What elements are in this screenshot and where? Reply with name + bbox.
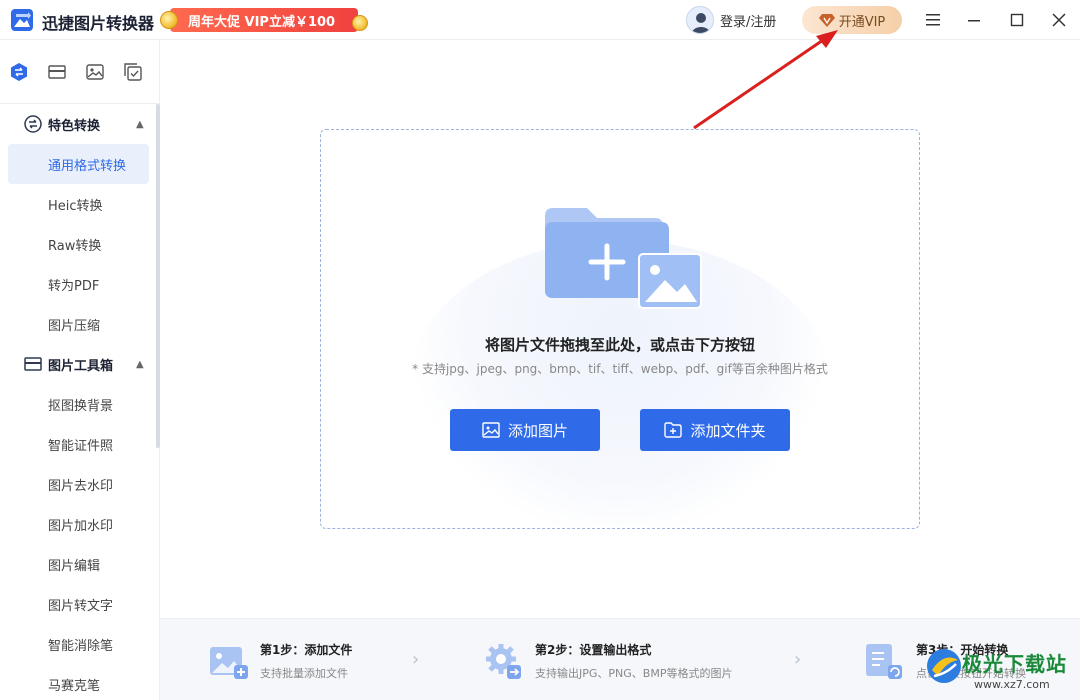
sidebar-item-add-watermark[interactable]: 图片加水印 xyxy=(8,504,149,544)
step-title: 第1步：添加文件 xyxy=(260,643,353,657)
sidebar-item-general-format[interactable]: 通用格式转换 xyxy=(8,144,149,184)
sidebar: 特色转换 ▲ 通用格式转换 Heic转换 Raw转换 转为PDF 图片压缩 图片… xyxy=(0,40,160,700)
minimize-button[interactable] xyxy=(962,8,986,32)
sidebar-item-remove-watermark[interactable]: 图片去水印 xyxy=(8,464,149,504)
watermark-logo-icon xyxy=(927,649,961,683)
convert-step-icon xyxy=(866,644,902,679)
watermark-text: 极光下载站 xyxy=(962,652,1067,676)
sidebar-item-cutout[interactable]: 抠图换背景 xyxy=(8,384,149,424)
drop-zone-hint: * 支持jpg、jpeg、png、bmp、tif、tiff、webp、pdf、g… xyxy=(412,362,828,376)
hamburger-menu-icon xyxy=(926,14,940,26)
step-desc: 支持输出JPG、PNG、BMP等格式的图片 xyxy=(535,667,733,680)
sidebar-tab-image[interactable] xyxy=(84,61,106,83)
sidebar-item-eraser[interactable]: 智能消除笔 xyxy=(8,624,149,664)
sidebar-item-mosaic[interactable]: 马赛克笔 xyxy=(8,664,149,700)
title-bar: 迅捷图片转换器 周年大促 VIP立减￥100 登录/注册 开通VIP xyxy=(0,0,1080,40)
convert-icon xyxy=(24,115,42,133)
drop-zone-title: 将图片文件拖拽至此处，或点击下方按钮 xyxy=(484,336,755,354)
diamond-icon xyxy=(818,14,835,27)
maximize-button[interactable] xyxy=(1005,8,1029,32)
image-icon xyxy=(86,63,104,80)
chevron-up-icon: ▲ xyxy=(136,358,144,370)
group-label: 图片工具箱 xyxy=(48,358,114,374)
settings-step-icon xyxy=(486,644,521,679)
sidebar-tab-toolbox[interactable] xyxy=(46,61,68,83)
menu-button[interactable] xyxy=(921,8,945,32)
toolbox-icon xyxy=(24,357,42,371)
step-title: 第2步：设置输出格式 xyxy=(535,643,652,657)
sidebar-item-heic[interactable]: Heic转换 xyxy=(8,184,149,224)
minimize-icon xyxy=(968,20,980,22)
promo-text: 周年大促 VIP立减￥100 xyxy=(188,15,336,30)
login-label: 登录/注册 xyxy=(720,14,777,30)
group-header-special-convert[interactable]: 特色转换 ▲ xyxy=(0,104,158,144)
app-logo-icon xyxy=(11,9,33,31)
chevron-right-icon: › xyxy=(412,649,420,670)
add-folder-illustration-icon xyxy=(545,208,702,309)
vip-button[interactable]: 开通VIP xyxy=(802,6,902,34)
toolbox-icon xyxy=(48,64,66,79)
sidebar-item-compress[interactable]: 图片压缩 xyxy=(8,304,149,344)
promo-banner[interactable]: 周年大促 VIP立减￥100 xyxy=(160,6,370,34)
user-icon xyxy=(692,13,710,33)
folder-add-icon xyxy=(664,422,683,438)
site-watermark: 极光下载站 www.xz7.com xyxy=(918,642,1078,698)
close-button[interactable] xyxy=(1047,8,1071,32)
avatar xyxy=(686,6,714,34)
add-file-step-icon xyxy=(210,647,248,679)
add-image-button[interactable]: 添加图片 xyxy=(450,409,600,451)
app-title: 迅捷图片转换器 xyxy=(42,14,155,33)
convert-icon xyxy=(11,62,27,81)
group-header-image-toolbox[interactable]: 图片工具箱 ▲ xyxy=(0,344,158,384)
vip-label: 开通VIP xyxy=(838,14,886,30)
sidebar-item-raw[interactable]: Raw转换 xyxy=(8,224,149,264)
sidebar-item-to-pdf[interactable]: 转为PDF xyxy=(8,264,149,304)
coin-icon xyxy=(352,15,368,31)
login-button[interactable]: 登录/注册 xyxy=(686,6,776,34)
add-folder-label: 添加文件夹 xyxy=(690,421,766,440)
sidebar-item-ocr[interactable]: 图片转文字 xyxy=(8,584,149,624)
close-icon xyxy=(1052,13,1066,27)
app-window: 迅捷图片转换器 周年大促 VIP立减￥100 登录/注册 开通VIP 特色转换 … xyxy=(0,0,1080,700)
sidebar-item-id-photo[interactable]: 智能证件照 xyxy=(8,424,149,464)
group-label: 特色转换 xyxy=(48,118,101,134)
add-folder-button[interactable]: 添加文件夹 xyxy=(640,409,790,451)
watermark-url: www.xz7.com xyxy=(974,678,1050,691)
step-desc: 支持批量添加文件 xyxy=(260,667,348,680)
drop-zone[interactable]: 将图片文件拖拽至此处，或点击下方按钮 * 支持jpg、jpeg、png、bmp、… xyxy=(320,129,920,529)
sidebar-tab-batch[interactable] xyxy=(122,61,144,83)
sidebar-tool-icons xyxy=(0,40,159,104)
sidebar-item-edit[interactable]: 图片编辑 xyxy=(8,544,149,584)
sidebar-tab-convert[interactable] xyxy=(8,61,30,83)
batch-icon xyxy=(124,62,142,81)
coin-icon xyxy=(160,11,178,29)
add-image-label: 添加图片 xyxy=(507,421,568,440)
chevron-up-icon: ▲ xyxy=(136,118,144,130)
main-panel: 将图片文件拖拽至此处，或点击下方按钮 * 支持jpg、jpeg、png、bmp、… xyxy=(160,40,1080,620)
maximize-icon xyxy=(1010,13,1024,27)
image-icon xyxy=(482,422,500,438)
chevron-right-icon: › xyxy=(794,649,802,670)
